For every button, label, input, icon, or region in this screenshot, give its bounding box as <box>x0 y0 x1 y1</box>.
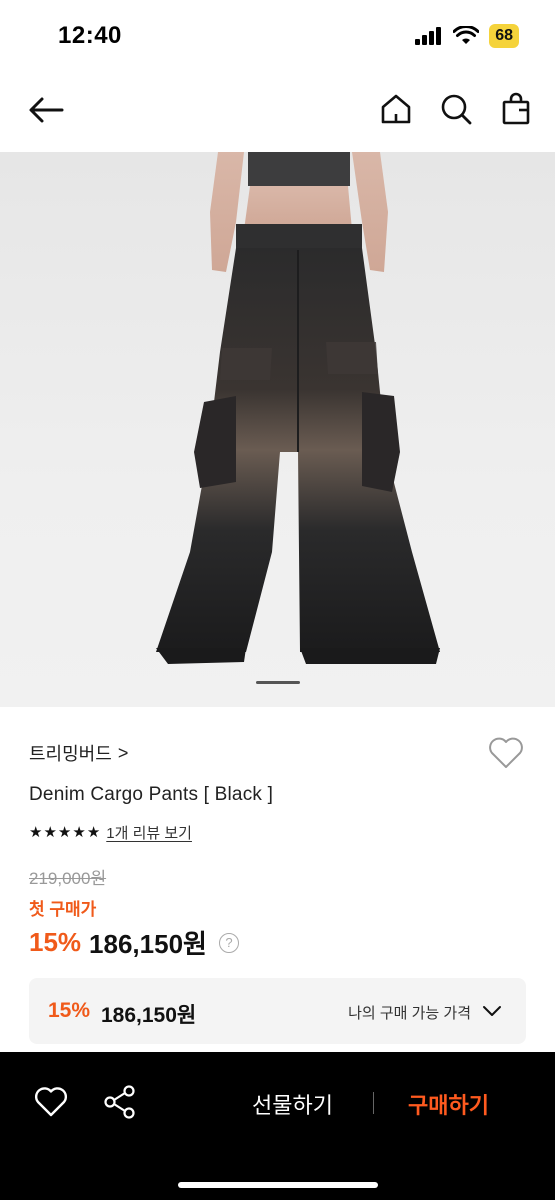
battery-icon: 68 <box>489 24 519 48</box>
heart-icon[interactable] <box>33 1085 69 1119</box>
brand-link[interactable]: 트리밍버드 > <box>29 740 128 766</box>
carousel-indicator <box>256 681 300 684</box>
search-icon[interactable] <box>439 92 473 126</box>
home-icon[interactable] <box>379 92 413 126</box>
price-box-label: 나의 구매 가능 가격 <box>348 1005 471 1022</box>
sale-price: 186,150원 <box>89 929 207 959</box>
nav-bar <box>0 78 555 142</box>
home-indicator <box>178 1182 378 1188</box>
original-price: 219,000원 <box>29 869 107 888</box>
rating-row: ★ ★ ★ ★ ★ 1개 리뷰 보기 <box>29 822 192 843</box>
chevron-down-icon <box>483 1006 501 1016</box>
first-purchase-label: 첫 구매가 <box>29 900 97 919</box>
star-icon: ★ <box>72 823 86 841</box>
brand-name: 트리밍버드 <box>29 744 112 764</box>
product-image[interactable] <box>0 152 555 707</box>
wishlist-heart-icon[interactable] <box>487 735 525 771</box>
star-icon: ★ <box>57 823 72 841</box>
price-box-price: 186,150원 <box>101 1004 197 1027</box>
price-row: 15% 186,150원 ? <box>29 924 239 961</box>
divider <box>373 1092 374 1114</box>
product-title: Denim Cargo Pants [ Black ] <box>29 784 274 805</box>
status-time: 12:40 <box>58 22 122 49</box>
cellular-signal-icon <box>415 27 442 45</box>
star-rating: ★ ★ ★ ★ ★ <box>29 824 100 842</box>
buy-button[interactable]: 구매하기 <box>408 1088 489 1120</box>
shopping-bag-icon[interactable] <box>499 92 533 126</box>
nav-actions <box>379 92 533 126</box>
status-icons: 68 <box>415 24 519 48</box>
help-icon[interactable]: ? <box>218 932 239 953</box>
chevron-right-icon: > <box>117 742 129 763</box>
review-link[interactable]: 1개 리뷰 보기 <box>106 822 192 843</box>
bottom-action-bar: 선물하기 구매하기 <box>0 1052 555 1200</box>
back-arrow-icon[interactable] <box>26 92 66 128</box>
product-photo <box>156 152 440 664</box>
star-icon: ★ <box>29 823 43 841</box>
star-icon: ★ <box>86 823 101 841</box>
status-bar: 12:40 68 <box>0 0 555 70</box>
share-icon[interactable] <box>103 1084 137 1120</box>
wifi-icon <box>453 26 480 44</box>
price-box-discount: 15% <box>48 999 91 1022</box>
star-icon: ★ <box>43 823 57 841</box>
discount-rate: 15% <box>29 927 82 957</box>
gift-button[interactable]: 선물하기 <box>252 1088 333 1120</box>
available-price-dropdown[interactable]: 15% 186,150원 나의 구매 가능 가격 <box>29 978 526 1044</box>
